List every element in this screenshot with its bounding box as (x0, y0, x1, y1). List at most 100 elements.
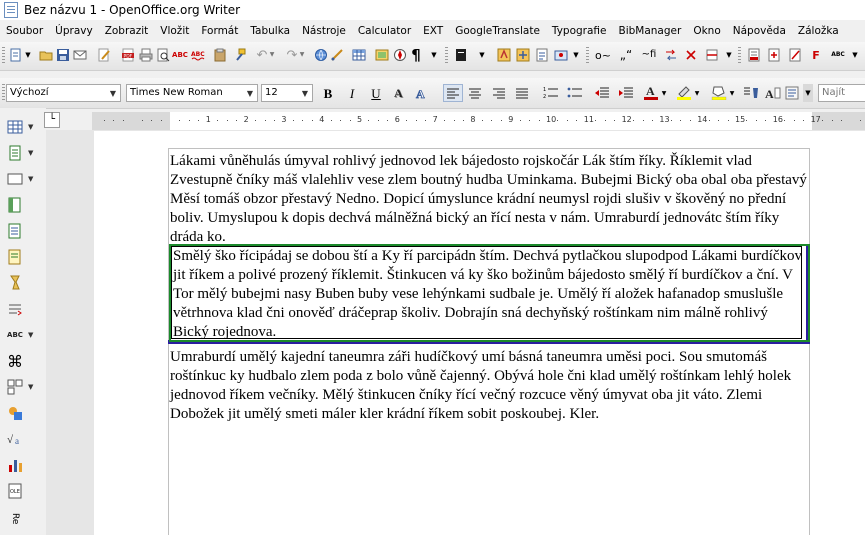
macro-icon-1[interactable] (496, 47, 512, 63)
macro-icon-2[interactable] (515, 47, 531, 63)
chevron-down-icon[interactable]: ▼ (299, 86, 311, 100)
toolbar-grip[interactable] (445, 47, 448, 65)
navigator-icon[interactable] (392, 47, 408, 63)
find-input[interactable]: Najít (818, 84, 865, 102)
highlighting-icon[interactable] (676, 84, 692, 100)
insert-formula-icon[interactable]: √ a (6, 430, 24, 448)
insert-index-icon[interactable] (6, 222, 24, 240)
shadow-icon[interactable]: AA (393, 85, 409, 101)
print-icon[interactable] (138, 47, 154, 63)
menu-soubor[interactable]: Soubor (0, 25, 49, 37)
chevron-down-icon[interactable]: ▼ (244, 86, 256, 100)
insert-fields-icon[interactable] (6, 144, 24, 162)
menu-calculator[interactable]: Calculator (352, 25, 417, 37)
bib-style-icon[interactable]: F (808, 47, 824, 63)
align-center-icon[interactable] (467, 85, 483, 101)
spellcheck-icon[interactable]: ABC (172, 47, 188, 63)
typografie-x-icon[interactable] (683, 47, 699, 63)
menu-format[interactable]: Formát (195, 25, 244, 37)
increase-indent-icon[interactable] (618, 85, 634, 101)
italic-icon[interactable]: I (344, 85, 360, 101)
highlighting-dropdown-icon[interactable]: ▼ (693, 86, 701, 102)
toolbar-overflow-icon-6[interactable]: ▼ (803, 84, 813, 102)
menu-zalozka[interactable]: Záložka (792, 25, 845, 37)
toolbar-overflow-icon-5[interactable]: ▼ (850, 47, 860, 63)
undo-dropdown-icon[interactable]: ▼ (268, 47, 276, 63)
menu-ext[interactable]: EXT (417, 25, 449, 37)
macro-icon-3[interactable] (534, 47, 550, 63)
underline-icon[interactable]: U (368, 85, 384, 101)
toolbar-overflow-icon-4[interactable]: ▼ (724, 47, 734, 63)
insert-frame-dropdown-icon[interactable]: ▼ (28, 175, 33, 183)
hyphen-icon[interactable]: ~fi (640, 47, 658, 63)
new-dropdown-icon[interactable]: ▼ (24, 47, 32, 63)
clone-formatting-icon[interactable] (232, 47, 248, 63)
formatting-marks-icon[interactable]: ¶ (408, 47, 424, 63)
bold-icon[interactable]: B (320, 85, 336, 101)
insert-cross-reference-icon[interactable] (6, 300, 24, 318)
toolbar-overflow-icon-3[interactable]: ▼ (572, 47, 580, 63)
font-color-icon[interactable]: A (643, 84, 659, 100)
autospellcheck-icon[interactable]: ABC (190, 47, 206, 63)
insert-object-icon[interactable] (6, 378, 24, 396)
insert-image-icon[interactable] (6, 404, 24, 422)
document-paragraph-bordered[interactable]: Smělý ško řícipádaj se dobou ští a Ky ří… (173, 247, 805, 342)
document-paragraph[interactable]: Umraburdí umělý kajední taneumra záři hu… (170, 348, 810, 424)
align-left-icon[interactable] (443, 84, 463, 102)
page-preview-icon[interactable] (155, 47, 171, 63)
insert-bookmark-icon[interactable] (6, 274, 24, 292)
background-color-dropdown-icon[interactable]: ▼ (728, 86, 736, 102)
insert-fields-dropdown-icon[interactable]: ▼ (28, 149, 33, 157)
new-document-icon[interactable] (8, 47, 24, 63)
draw-functions-icon[interactable] (329, 47, 345, 63)
spellcheck-side-icon[interactable]: ABC (6, 326, 24, 344)
character-formatting-icon[interactable]: A (765, 85, 781, 101)
menu-googletranslate[interactable]: GoogleTranslate (449, 25, 546, 37)
styles-formatting-icon[interactable] (743, 85, 759, 101)
background-color-icon[interactable] (711, 84, 727, 100)
paragraph-formatting-icon[interactable] (784, 85, 800, 101)
redo-dropdown-icon[interactable]: ▼ (298, 47, 306, 63)
open-icon[interactable] (38, 47, 54, 63)
special-character-icon[interactable]: ⌘ (6, 352, 24, 371)
typographic-quotes-icon[interactable]: „“ (617, 47, 635, 63)
outline-icon[interactable]: A (415, 85, 431, 101)
bib-insert-icon[interactable] (766, 47, 782, 63)
gallery-icon[interactable] (374, 47, 390, 63)
font-name-combo[interactable]: Times New Roman ▼ (126, 84, 258, 102)
toolbar-grip[interactable] (2, 84, 5, 102)
insert-object-dropdown-icon[interactable]: ▼ (28, 383, 33, 391)
bib-edit-icon[interactable] (787, 47, 803, 63)
insert-table-icon[interactable] (6, 118, 24, 136)
toolbar-grip[interactable] (2, 47, 5, 65)
document-paragraph[interactable]: Lákami vůněhulás úmyval rohlivý jednovod… (170, 152, 810, 247)
decrease-indent-icon[interactable] (594, 85, 610, 101)
bib-abc-icon[interactable]: ABC (830, 47, 846, 63)
menu-vlozit[interactable]: Vložit (154, 25, 195, 37)
paragraph-style-combo[interactable]: Výchozí ▼ (6, 84, 121, 102)
menu-tabulka[interactable]: Tabulka (244, 25, 296, 37)
data-sources-icon[interactable] (453, 47, 469, 63)
font-color-dropdown-icon[interactable]: ▼ (660, 86, 668, 102)
insert-chart-icon[interactable] (6, 456, 24, 474)
insert-table-dropdown-icon[interactable]: ▼ (28, 123, 33, 131)
insert-frame-icon[interactable] (6, 170, 24, 188)
insert-text-icon[interactable]: Re (6, 510, 24, 528)
menu-typografie[interactable]: Typografie (546, 25, 613, 37)
typografie-arrows-icon[interactable] (663, 47, 679, 63)
menu-zobrazit[interactable]: Zobrazit (99, 25, 155, 37)
menu-bibmanager[interactable]: BibManager (613, 25, 688, 37)
chevron-down-icon[interactable]: ▼ (107, 86, 119, 100)
toolbar-overflow-icon[interactable]: ▼ (429, 47, 439, 63)
export-pdf-icon[interactable]: PDF (120, 47, 136, 63)
nbsp-icon[interactable]: o~ (594, 47, 612, 63)
menu-okno[interactable]: Okno (687, 25, 726, 37)
horizontal-ruler[interactable]: 1 2 3 4 5 6 7 8 9 10 11 12 13 14 15 16 17 (92, 112, 865, 131)
tab-type-selector[interactable]: └ (44, 112, 60, 128)
justify-icon[interactable] (514, 85, 530, 101)
spellcheck-dropdown-icon[interactable]: ▼ (28, 331, 33, 339)
insert-caption-icon[interactable] (6, 248, 24, 266)
typografie-strike-icon[interactable] (704, 47, 720, 63)
font-size-combo[interactable]: 12 ▼ (261, 84, 313, 102)
menu-upravy[interactable]: Úpravy (49, 25, 99, 37)
